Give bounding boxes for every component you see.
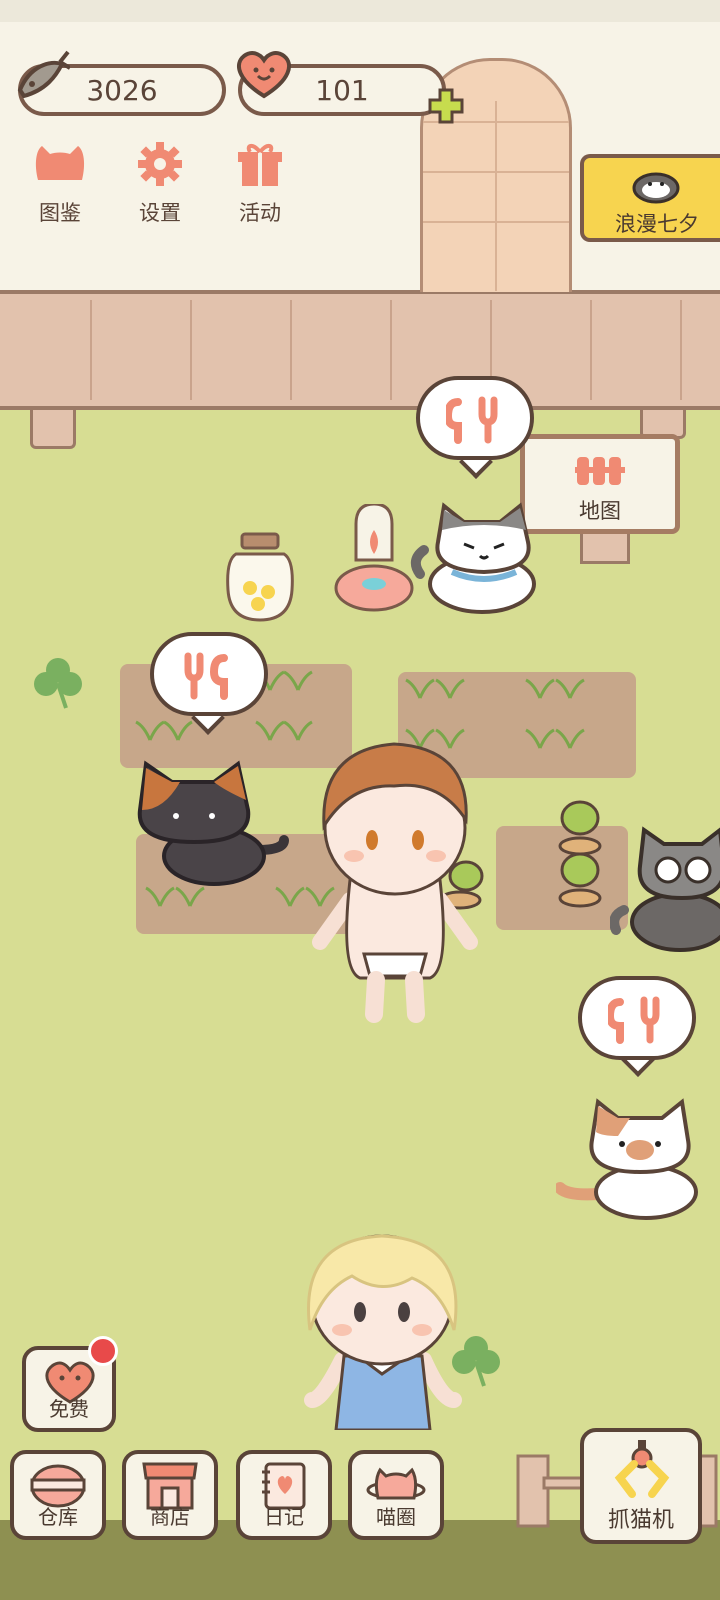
fence-icon — [575, 457, 625, 485]
shop-label: 商店 — [150, 1505, 190, 1529]
events-button[interactable]: 活动 — [220, 140, 300, 227]
claw-machine-label: 抓猫机 — [607, 1508, 674, 1533]
sign-post — [580, 530, 630, 564]
events-label: 活动 — [239, 201, 281, 225]
fish-icon — [17, 50, 70, 99]
glasses-gray-cat[interactable] — [610, 826, 720, 956]
food-request-bubble[interactable] — [416, 376, 534, 460]
event-label: 浪漫七夕 — [615, 212, 699, 236]
notification-badge — [88, 1336, 118, 1366]
boy-character[interactable] — [310, 730, 480, 1024]
catalog-label: 图鉴 — [39, 201, 81, 225]
gray-white-cat[interactable] — [410, 500, 560, 624]
clover-decoration — [452, 1336, 500, 1387]
cat-circle-button[interactable]: 喵圈 — [348, 1450, 444, 1540]
wall-top-strip — [0, 0, 720, 22]
heart-count: 101 — [315, 73, 369, 107]
settings-button[interactable]: 设置 — [120, 140, 200, 227]
food-request-bubble[interactable] — [150, 632, 268, 716]
heart-icon — [237, 51, 291, 99]
coin-jar[interactable] — [222, 530, 298, 626]
gift-icon — [238, 144, 282, 186]
seal-icon — [632, 172, 680, 204]
add-hearts-button[interactable] — [426, 86, 466, 126]
wooden-fence — [0, 290, 720, 410]
claw-machine-button[interactable]: 抓猫机 — [580, 1428, 702, 1544]
free-label: 免费 — [49, 1397, 89, 1421]
claw-icon — [614, 1440, 670, 1498]
warehouse-label: 仓库 — [38, 1505, 78, 1529]
fence-post — [30, 410, 76, 449]
fork-spoon-icon — [446, 396, 498, 444]
fish-count: 3026 — [86, 73, 158, 107]
orange-white-cat[interactable] — [556, 1096, 710, 1220]
diary-button[interactable]: 日记 — [236, 1450, 332, 1540]
fork-spoon-icon — [608, 996, 660, 1044]
cat-face-icon — [35, 146, 85, 180]
diary-label: 日记 — [264, 1505, 304, 1529]
cat-circle-label: 喵圈 — [376, 1505, 416, 1529]
oil-lamp[interactable] — [334, 504, 416, 618]
settings-label: 设置 — [139, 201, 181, 225]
gear-icon — [138, 142, 182, 186]
clover-decoration — [34, 658, 82, 709]
catalog-button[interactable]: 图鉴 — [20, 140, 100, 227]
garden-wall — [0, 0, 720, 290]
warehouse-button[interactable]: 仓库 — [10, 1450, 106, 1540]
qixi-event-banner[interactable]: 浪漫七夕 — [580, 154, 720, 242]
shop-button[interactable]: 商店 — [122, 1450, 218, 1540]
fork-spoon-icon — [184, 652, 228, 700]
tortoiseshell-cat[interactable] — [134, 760, 294, 890]
food-request-bubble[interactable] — [578, 976, 696, 1060]
